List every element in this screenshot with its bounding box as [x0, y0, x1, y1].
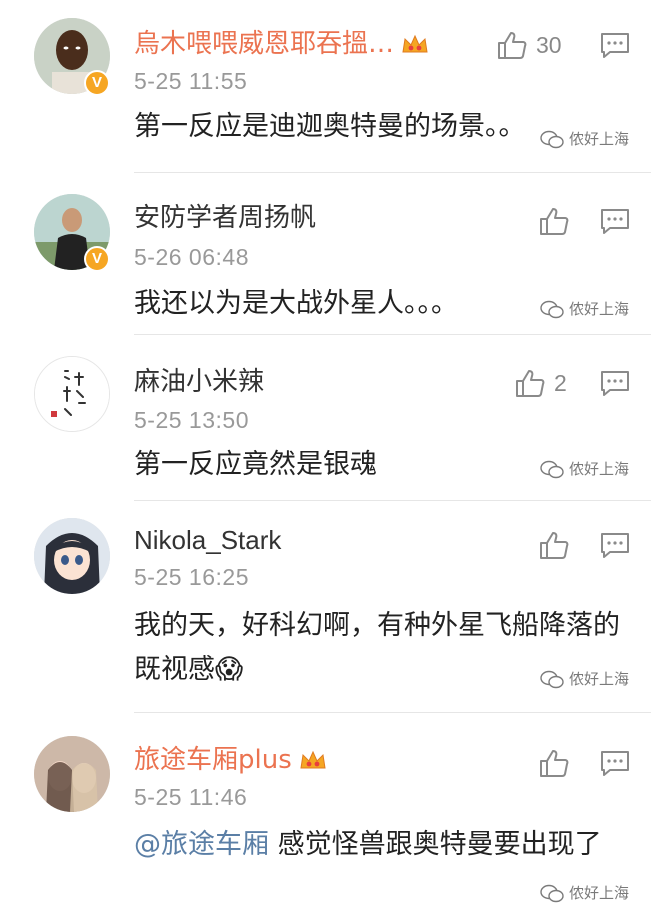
watermark-text: 侬好上海: [568, 460, 629, 478]
watermark: 侬好上海: [539, 882, 629, 903]
like-count: 30: [536, 31, 562, 58]
user-mention-link[interactable]: @旅途车厢: [134, 829, 269, 860]
username[interactable]: Nikola_Stark: [134, 524, 281, 556]
wechat-logo-icon: [540, 300, 564, 318]
comment-bubble-icon: [601, 533, 629, 558]
user-avatar[interactable]: [34, 356, 110, 432]
reply-button[interactable]: [600, 32, 630, 64]
user-avatar[interactable]: [34, 518, 110, 594]
thumbs-up-icon: [540, 750, 569, 777]
username-text[interactable]: 烏木喂喂威恩耶吞搵…: [134, 29, 394, 59]
username[interactable]: 麻油小米辣: [134, 366, 264, 398]
comment-text-body: 感觉怪兽跟奥特曼要出现了: [269, 829, 602, 860]
watermark-text: 侬好上海: [568, 670, 629, 688]
comment-item: 麻油小米辣 5-25 13:50 2 第一反应竟然是银魂 侬好上海: [0, 334, 671, 500]
comment-bubble-icon: [601, 209, 629, 234]
watermark-text: 侬好上海: [568, 130, 629, 148]
watermark-text: 侬好上海: [568, 884, 629, 902]
watermark: 侬好上海: [539, 298, 629, 319]
comment-item: Nikola_Stark 5-25 16:25 我的天，好科幻啊，有种外星飞船降…: [0, 500, 671, 712]
like-button[interactable]: [538, 205, 570, 237]
thumbs-up-icon: [540, 208, 569, 235]
comment-bubble-icon: [601, 33, 629, 58]
watermark: 侬好上海: [539, 668, 629, 689]
comment-item: V 安防学者周扬帆 5-26 06:48 我还以为是大战外星人。。。 侬好上海: [0, 172, 671, 334]
comment-item: V 烏木喂喂威恩耶吞搵… 5-25 11:55 30 第一反应是迪迦奥特曼的场景…: [0, 0, 671, 180]
reply-button[interactable]: [600, 532, 630, 564]
comment-text: @旅途车厢 感觉怪兽跟奥特曼要出现了: [134, 823, 624, 867]
calligraphy-avatar-icon: [35, 357, 109, 431]
two-girls-illustration-avatar-icon: [34, 736, 110, 812]
like-button[interactable]: 2: [514, 367, 567, 399]
thumbs-up-icon: [498, 32, 527, 59]
comment-timestamp: 5-25 16:25: [134, 564, 249, 590]
comment-bubble-icon: [601, 371, 629, 396]
watermark-text: 侬好上海: [568, 300, 629, 318]
username-text[interactable]: 旅途车厢plus: [134, 745, 292, 775]
watermark: 侬好上海: [539, 458, 629, 479]
like-button[interactable]: [538, 529, 570, 561]
thumbs-up-icon: [540, 532, 569, 559]
reply-button[interactable]: [600, 370, 630, 402]
comment-timestamp: 5-25 11:55: [134, 68, 248, 94]
user-avatar[interactable]: [34, 736, 110, 812]
wechat-logo-icon: [540, 670, 564, 688]
vip-crown-icon: [298, 748, 328, 780]
vip-crown-icon: [400, 32, 430, 64]
thumbs-up-icon: [516, 370, 545, 397]
username[interactable]: 烏木喂喂威恩耶吞搵…: [134, 28, 430, 64]
anime-girl-avatar-icon: [34, 518, 110, 594]
username[interactable]: 安防学者周扬帆: [134, 202, 316, 234]
wechat-logo-icon: [540, 884, 564, 902]
comment-timestamp: 5-25 13:50: [134, 407, 249, 433]
watermark: 侬好上海: [539, 128, 629, 149]
verified-badge: V: [84, 246, 110, 272]
like-button[interactable]: [538, 747, 570, 779]
comment-item: 旅途车厢plus 5-25 11:46 @旅途车厢 感觉怪兽跟奥特曼要出现了 侬…: [0, 712, 671, 920]
like-button[interactable]: 30: [496, 29, 562, 61]
reply-button[interactable]: [600, 208, 630, 240]
comment-timestamp: 5-26 06:48: [134, 244, 249, 270]
comment-bubble-icon: [601, 751, 629, 776]
verified-badge: V: [84, 70, 110, 96]
username[interactable]: 旅途车厢plus: [134, 744, 328, 780]
comment-timestamp: 5-25 11:46: [134, 784, 248, 810]
reply-button[interactable]: [600, 750, 630, 782]
wechat-logo-icon: [540, 460, 564, 478]
like-count: 2: [554, 369, 567, 396]
wechat-logo-icon: [540, 130, 564, 148]
